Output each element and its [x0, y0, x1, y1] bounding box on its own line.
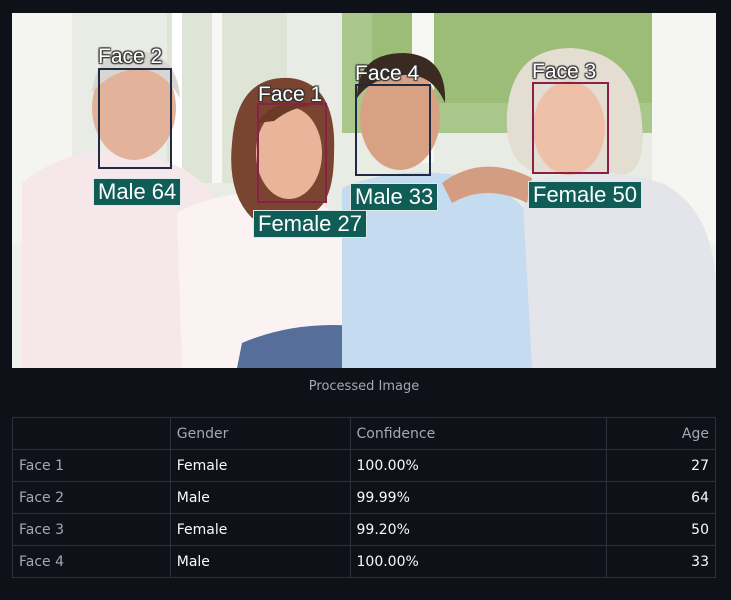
- gender-cell[interactable]: Female: [169, 449, 351, 482]
- row-index[interactable]: Face 3: [12, 513, 171, 546]
- confidence-cell[interactable]: 100.00%: [349, 449, 608, 482]
- age-cell[interactable]: 50: [606, 513, 716, 546]
- column-header-index[interactable]: [12, 417, 171, 450]
- face-4-box: [355, 84, 431, 176]
- age-cell[interactable]: 27: [606, 449, 716, 482]
- column-header-age[interactable]: Age: [606, 417, 716, 450]
- age-cell[interactable]: 33: [606, 545, 716, 578]
- table-row: Face 4 Male 100.00% 33: [12, 545, 716, 578]
- face-3-title: Face 3: [532, 60, 597, 83]
- face-3-box: [532, 82, 609, 174]
- face-2-title: Face 2: [98, 45, 163, 68]
- results-table[interactable]: Gender Confidence Age Face 1 Female 100.…: [12, 417, 716, 578]
- face-4-title: Face 4: [355, 62, 420, 85]
- face-1-box: [257, 103, 327, 203]
- face-4-tag: Male 33: [350, 183, 439, 211]
- table-header-row: Gender Confidence Age: [12, 417, 716, 450]
- face-2-box: [98, 68, 172, 169]
- app-page: Face 2 Male 64 Face 1 Female 27 Face 4 M…: [0, 0, 731, 600]
- face-1-tag: Female 27: [253, 210, 367, 238]
- age-cell[interactable]: 64: [606, 481, 716, 514]
- gender-cell[interactable]: Male: [169, 481, 351, 514]
- row-index[interactable]: Face 4: [12, 545, 171, 578]
- confidence-cell[interactable]: 100.00%: [349, 545, 608, 578]
- table-row: Face 2 Male 99.99% 64: [12, 481, 716, 514]
- row-index[interactable]: Face 1: [12, 449, 171, 482]
- face-3-tag: Female 50: [528, 181, 642, 209]
- gender-cell[interactable]: Male: [169, 545, 351, 578]
- table-row: Face 1 Female 100.00% 27: [12, 449, 716, 482]
- gender-cell[interactable]: Female: [169, 513, 351, 546]
- row-index[interactable]: Face 2: [12, 481, 171, 514]
- face-1-title: Face 1: [258, 83, 323, 106]
- processed-image: Face 2 Male 64 Face 1 Female 27 Face 4 M…: [12, 13, 716, 368]
- confidence-cell[interactable]: 99.99%: [349, 481, 608, 514]
- table-row: Face 3 Female 99.20% 50: [12, 513, 716, 546]
- image-caption: Processed Image: [308, 379, 420, 394]
- confidence-cell[interactable]: 99.20%: [349, 513, 608, 546]
- column-header-confidence[interactable]: Confidence: [349, 417, 608, 450]
- face-2-tag: Male 64: [93, 178, 182, 206]
- column-header-gender[interactable]: Gender: [169, 417, 351, 450]
